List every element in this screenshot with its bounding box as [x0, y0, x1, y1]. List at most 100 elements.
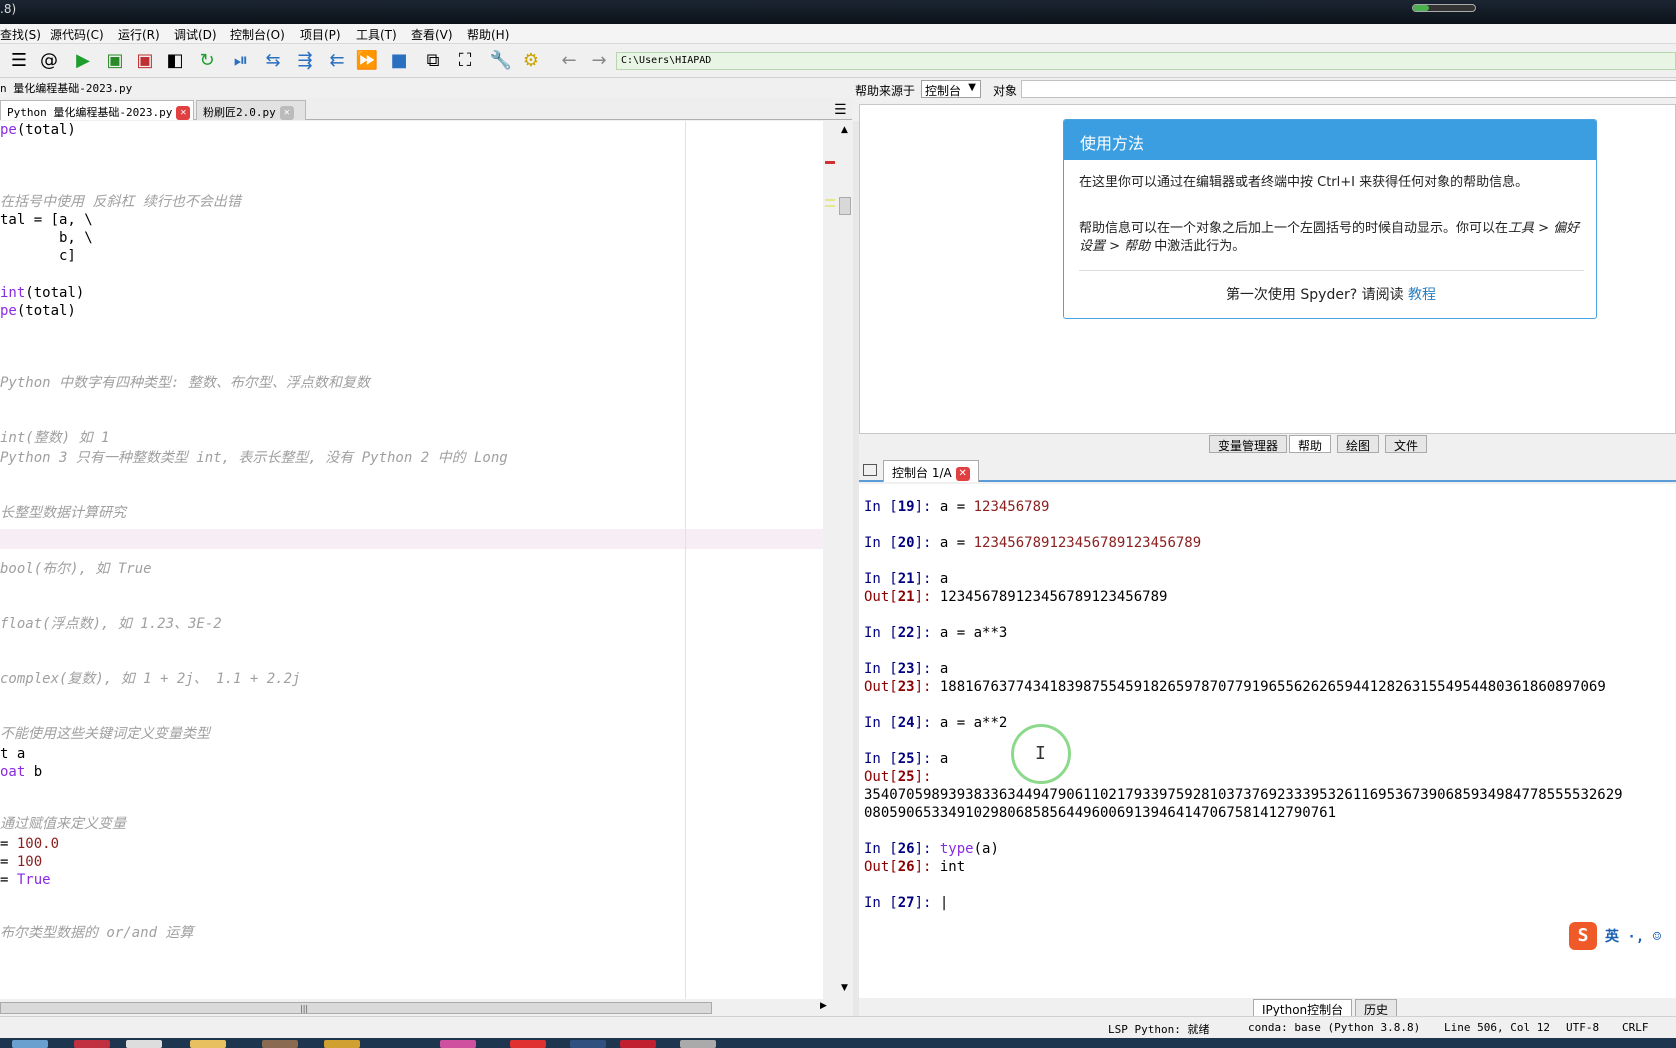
rerun-icon[interactable]: ↻: [196, 50, 218, 72]
console-token: In [: [864, 841, 898, 857]
console-line: In [19]: a = 123456789: [864, 498, 1049, 516]
usage-paragraph-1: 在这里你可以通过在编辑器或者终端中按 Ctrl+I 来获得任何对象的帮助信息。: [1079, 175, 1529, 190]
editor-tab-second[interactable]: 粉刷匠2.0.py ✕: [196, 100, 306, 120]
at-icon[interactable]: @: [38, 50, 60, 72]
console-token: In [: [864, 661, 898, 677]
console-token: 3540705989393833634494790611021793397592…: [864, 787, 1623, 803]
scroll-down-icon[interactable]: ▼: [841, 983, 848, 993]
close-icon[interactable]: ✕: [176, 106, 191, 120]
folder-icon[interactable]: [863, 464, 877, 476]
console-line: Out[25]:: [864, 768, 931, 786]
stop-icon[interactable]: ■: [388, 50, 410, 72]
menu-source[interactable]: 源代码(C): [50, 26, 104, 43]
outline-icon[interactable]: ☰: [8, 50, 30, 72]
fullscreen-icon[interactable]: ⛶: [454, 50, 476, 72]
console-token: 25: [897, 751, 915, 767]
maximize-pane-icon[interactable]: ⧉: [422, 50, 444, 72]
help-object-input[interactable]: [1021, 80, 1676, 98]
menu-projects[interactable]: 项目(P): [300, 26, 341, 43]
scroll-thumb[interactable]: [0, 1002, 712, 1014]
taskbar-item[interactable]: [12, 1040, 48, 1048]
code-line: int(total): [0, 284, 84, 302]
code-line: = True: [0, 871, 51, 889]
menu-tools[interactable]: 工具(T): [356, 26, 397, 43]
console-token: a = a**2: [939, 715, 1008, 731]
forward-arrow-icon[interactable]: →: [588, 50, 610, 72]
console-line: In [20]: a = 123456789123456789123456789: [864, 534, 1201, 552]
tab-history[interactable]: 历史: [1355, 999, 1398, 1017]
menu-run[interactable]: 运行(R): [118, 26, 160, 43]
window-title: .8): [0, 2, 17, 16]
console-tab[interactable]: 控制台 1/A ✕: [883, 460, 979, 482]
tutorial-link[interactable]: 教程: [1408, 287, 1436, 303]
editor-options-icon[interactable]: ☰: [834, 102, 847, 118]
scroll-up-icon[interactable]: ▲: [841, 125, 848, 135]
code-editor[interactable]: pe(total) 在括号中使用 反斜杠 续行也不会出错 tal = [a, \ b…: [0, 121, 823, 999]
help-toolbar: 帮助来源于 控制台 ▼ 对象: [853, 78, 1676, 100]
help-source-select[interactable]: 控制台 ▼: [921, 80, 981, 98]
tab-variable-explorer[interactable]: 变量管理器: [1209, 435, 1288, 453]
usage-card: 使用方法 在这里你可以通过在编辑器或者终端中按 Ctrl+I 来获得任何对象的帮…: [1063, 119, 1597, 319]
code-token: True: [16, 872, 51, 888]
taskbar-item[interactable]: [324, 1040, 360, 1048]
console-token: ]:: [914, 589, 940, 605]
sogou-logo-icon: S: [1569, 922, 1597, 950]
console-token: a: [939, 661, 949, 677]
taskbar-item[interactable]: [440, 1040, 476, 1048]
wrench-icon[interactable]: 🔧: [490, 50, 512, 72]
error-marker: [825, 161, 835, 164]
console-line: Out[21]: 123456789123456789123456789: [864, 588, 1167, 606]
ipython-console[interactable]: In [19]: a = 123456789 In [20]: a = 12345…: [859, 484, 1676, 998]
line-endings: CRLF: [1622, 1021, 1649, 1034]
working-directory-field[interactable]: C:\Users\HIAPAD: [616, 52, 1676, 70]
back-arrow-icon[interactable]: ←: [558, 50, 580, 72]
conda-status: conda: base (Python 3.8.8): [1248, 1021, 1421, 1034]
taskbar-item[interactable]: [126, 1040, 162, 1048]
menu-help[interactable]: 帮助(H): [467, 26, 509, 43]
ibeam-cursor-icon: I: [1035, 743, 1046, 764]
menu-search[interactable]: 查找(S): [0, 26, 41, 43]
step-return-icon[interactable]: ⇇: [326, 50, 348, 72]
console-token: ]:: [914, 679, 940, 695]
run-icon[interactable]: ▶: [72, 50, 94, 72]
close-icon[interactable]: ✕: [955, 466, 970, 481]
console-token: a: [939, 571, 949, 587]
tab-ipython-console[interactable]: IPython控制台: [1253, 999, 1353, 1017]
python-path-icon[interactable]: ⚙: [520, 50, 542, 72]
taskbar: [0, 1038, 1676, 1048]
menu-console[interactable]: 控制台(O): [230, 26, 285, 43]
editor-horizontal-scrollbar[interactable]: ||| ▶: [0, 999, 832, 1017]
menu-view[interactable]: 查看(V): [411, 26, 453, 43]
console-tab-bar: 控制台 1/A ✕: [859, 458, 1676, 482]
tab-help[interactable]: 帮助: [1289, 435, 1332, 453]
step-icon[interactable]: ⇆: [262, 50, 284, 72]
taskbar-item[interactable]: [510, 1040, 546, 1048]
scroll-thumb[interactable]: [839, 197, 851, 215]
tab-files[interactable]: 文件: [1385, 435, 1428, 453]
code-line: Python 中数字有四种类型: 整数、布尔型、浮点数和复数: [0, 374, 370, 392]
console-token: 23: [897, 661, 915, 677]
menu-debug[interactable]: 调试(D): [174, 26, 217, 43]
step-into-icon[interactable]: ⇶: [294, 50, 316, 72]
close-icon[interactable]: ✕: [279, 106, 294, 120]
run-cell-icon[interactable]: ▣: [104, 50, 126, 72]
taskbar-item[interactable]: [190, 1040, 226, 1048]
scroll-right-icon[interactable]: ▶: [820, 1001, 827, 1011]
console-token: In [: [864, 715, 898, 731]
debug-icon[interactable]: ⏯: [230, 50, 252, 72]
taskbar-item[interactable]: [680, 1040, 716, 1048]
taskbar-item[interactable]: [262, 1040, 298, 1048]
taskbar-item[interactable]: [74, 1040, 110, 1048]
input-method-bar[interactable]: S 英 ·, ☺: [1569, 922, 1676, 950]
run-cell-advance-icon[interactable]: ▣: [134, 50, 156, 72]
console-token: ]:: [914, 751, 940, 767]
tab-plots[interactable]: 绘图: [1337, 435, 1380, 453]
taskbar-item[interactable]: [620, 1040, 656, 1048]
editor-vertical-scrollbar[interactable]: ▲ ▼: [823, 121, 853, 999]
run-selection-icon[interactable]: ◧: [164, 50, 186, 72]
continue-icon[interactable]: ⏩: [356, 50, 378, 72]
editor-tab-main[interactable]: Python 量化编程基础-2023.py ✕: [0, 100, 194, 120]
console-token: In [: [864, 535, 898, 551]
console-bottom-tabs: IPython控制台 历史: [859, 998, 1676, 1017]
taskbar-item[interactable]: [570, 1040, 606, 1048]
